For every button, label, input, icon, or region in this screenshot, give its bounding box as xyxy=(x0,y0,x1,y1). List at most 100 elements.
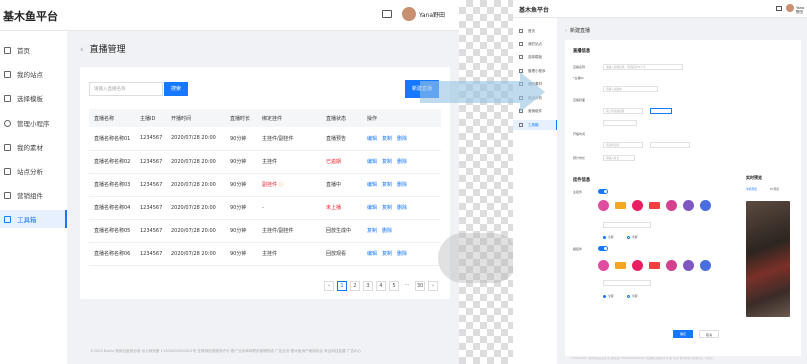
upload-cover-button[interactable] xyxy=(650,108,672,114)
gift-icon[interactable] xyxy=(598,260,609,271)
live-table: 直播名称 主播ID 开播时间 直播时长 绑定挂件 直播状态 操作 直播名称名称0… xyxy=(89,109,441,266)
anchor-id-input[interactable]: 请输入主播ID xyxy=(603,86,658,92)
display-radio-full[interactable]: 全屏 xyxy=(603,294,614,298)
row-action-link[interactable]: 删除 xyxy=(397,182,407,188)
row-action-link[interactable]: 复制 xyxy=(382,136,392,142)
home-icon xyxy=(519,29,523,33)
confirm-button[interactable]: 确定 xyxy=(673,330,693,338)
duration-input[interactable]: 请输入时长 xyxy=(603,155,635,161)
cell-text: 直播名称名称02 xyxy=(94,159,131,165)
search-input[interactable]: 请输入直播名称 xyxy=(89,82,163,96)
page-button[interactable]: 2 xyxy=(350,281,360,291)
sidebar-item-toolbox[interactable]: 工具箱 xyxy=(513,120,557,130)
sidebar-item-template[interactable]: 选择模板 xyxy=(0,89,67,107)
sidebar-item-marketing[interactable]: 营销组件 xyxy=(0,186,67,204)
gift-icon[interactable] xyxy=(615,262,626,269)
cover-upload-field[interactable]: 请上传直播封面 xyxy=(603,108,643,114)
sub-widget-select[interactable] xyxy=(603,280,651,286)
cell-text: 2020/07/28 20:00 xyxy=(171,135,216,142)
gift-icon[interactable] xyxy=(649,202,660,209)
column-header: 操作 xyxy=(367,109,441,127)
cell-text: 回放生成中 xyxy=(326,228,352,234)
row-action-link[interactable]: 编辑 xyxy=(367,182,377,188)
page-button[interactable]: 5 xyxy=(389,281,399,291)
cell-text: - xyxy=(262,204,264,211)
gift-icon[interactable] xyxy=(615,202,626,209)
status-cell: 直播预告 xyxy=(326,127,367,151)
main-widget-toggle[interactable] xyxy=(598,189,608,194)
warning-icon[interactable]: ⓘ xyxy=(277,182,284,188)
avatar[interactable] xyxy=(786,4,794,12)
gift-icon[interactable] xyxy=(683,260,694,271)
page-button[interactable]: 30 xyxy=(415,281,425,291)
user-name[interactable]: Yana野田 xyxy=(419,10,445,19)
page-button[interactable]: 1 xyxy=(337,281,347,291)
sidebar-item-mini-program[interactable]: 管理小程序 xyxy=(0,114,67,132)
mail-icon[interactable] xyxy=(776,6,782,11)
mail-icon[interactable] xyxy=(382,10,392,18)
sidebar-item-home[interactable]: 首页 xyxy=(513,26,557,36)
search-button[interactable]: 搜索 xyxy=(164,82,188,96)
gift-icon[interactable] xyxy=(666,260,677,271)
row-action-link[interactable]: 编辑 xyxy=(367,251,377,257)
page-button[interactable]: 3 xyxy=(363,281,373,291)
material-icon xyxy=(4,143,11,151)
sidebar-item-home[interactable]: 首页 xyxy=(0,41,67,59)
start-date-picker[interactable]: 请选择日期 xyxy=(603,142,643,148)
avatar[interactable] xyxy=(402,7,416,21)
gift-icon[interactable] xyxy=(700,260,711,271)
display-radio-half[interactable]: 半屏 xyxy=(627,294,638,298)
row-action-link[interactable]: 删除 xyxy=(397,251,407,257)
row-action-link[interactable]: 删除 xyxy=(397,205,407,211)
gift-icon[interactable] xyxy=(649,262,660,269)
home-icon xyxy=(4,46,11,54)
main-widget-select[interactable] xyxy=(603,222,651,228)
sidebar-item-sites[interactable]: 我的站点 xyxy=(0,65,67,83)
cover-preview-field[interactable] xyxy=(603,120,637,126)
cell-text: 直播名称名称06 xyxy=(94,251,131,257)
gift-icon[interactable] xyxy=(683,200,694,211)
duration-cell: 90分钟 xyxy=(230,196,262,220)
row-action-link[interactable]: 删除 xyxy=(382,228,392,234)
page-button[interactable]: 4 xyxy=(376,281,386,291)
sidebar-item-material[interactable]: 我的素材 xyxy=(0,138,67,156)
row-action-link[interactable]: 编辑 xyxy=(367,136,377,142)
row-action-link[interactable]: 复制 xyxy=(382,251,392,257)
user-name[interactable]: Yana野田 xyxy=(796,6,807,15)
cell-text: 直播预告 xyxy=(326,135,347,142)
back-chevron-icon[interactable]: ‹ xyxy=(565,28,567,34)
sidebar-item-sites[interactable]: 我的站点 xyxy=(513,39,557,49)
preview-tab-pc[interactable]: PC预览 xyxy=(770,187,779,191)
row-action-link[interactable]: 复制 xyxy=(382,159,392,165)
sidebar-item-template[interactable]: 选择模板 xyxy=(513,52,557,62)
display-radio-half[interactable]: 半屏 xyxy=(627,235,638,239)
row-action-link[interactable]: 编辑 xyxy=(367,205,377,211)
sidebar-item-analytics[interactable]: 站点分析 xyxy=(0,162,67,180)
gift-icon[interactable] xyxy=(666,200,677,211)
live-preview-image xyxy=(746,201,790,317)
row-action-link[interactable]: 复制 xyxy=(367,228,377,234)
gift-icon[interactable] xyxy=(632,260,643,271)
next-page-button[interactable]: › xyxy=(428,281,438,291)
gift-icon[interactable] xyxy=(598,200,609,211)
live-name-input[interactable]: 请输入直播名称，不得超过15个字 xyxy=(603,64,683,70)
gift-icon[interactable] xyxy=(632,200,643,211)
section-title-basic: 直播信息 xyxy=(573,49,591,54)
sub-widget-toggle[interactable] xyxy=(598,246,608,251)
row-name-cell: 直播名称名称05 xyxy=(89,219,140,243)
start-time-picker[interactable] xyxy=(650,142,690,148)
back-chevron-icon[interactable]: ‹ xyxy=(80,45,84,55)
row-action-link[interactable]: 删除 xyxy=(397,136,407,142)
sidebar-item-toolbox[interactable]: 工具箱 xyxy=(0,210,67,228)
row-action-link[interactable]: 编辑 xyxy=(367,159,377,165)
row-action-link[interactable]: 删除 xyxy=(397,159,407,165)
row-action-link[interactable]: 复制 xyxy=(382,182,392,188)
cell-text: 直播名称名称03 xyxy=(94,182,131,188)
cancel-button[interactable]: 取消 xyxy=(699,330,719,338)
row-action-link[interactable]: 复制 xyxy=(382,205,392,211)
prev-page-button[interactable]: ‹ xyxy=(324,281,334,291)
cell-text: 直播名称名称04 xyxy=(94,205,131,211)
display-radio-full[interactable]: 全屏 xyxy=(603,235,614,239)
gift-icon[interactable] xyxy=(700,200,711,211)
preview-tab-mobile[interactable]: 手机预览 xyxy=(746,187,757,191)
